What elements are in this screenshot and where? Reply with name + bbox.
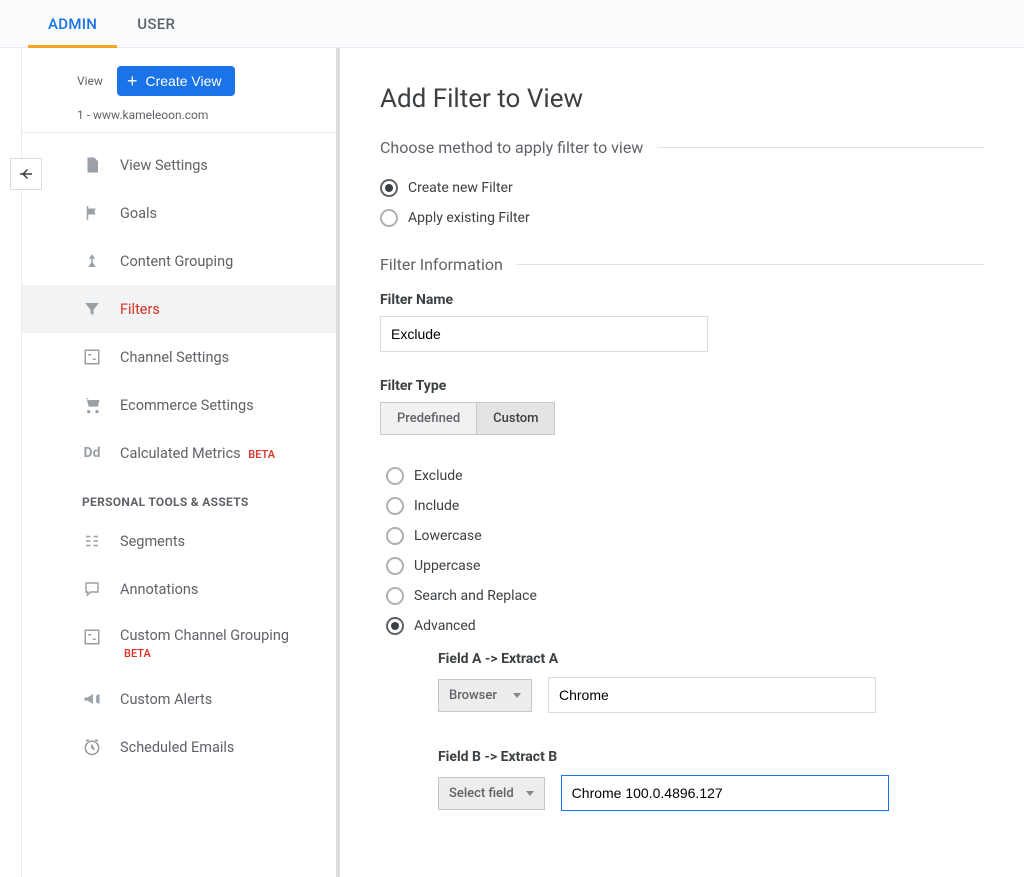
radio-icon bbox=[380, 209, 398, 227]
field-a-select[interactable]: Browser bbox=[438, 679, 532, 712]
sidebar: View + Create View 1 - www.kameleoon.com… bbox=[22, 48, 340, 877]
radio-advanced[interactable]: Advanced bbox=[386, 611, 984, 641]
chevron-down-icon bbox=[526, 791, 534, 796]
sidebar-item-channel-settings[interactable]: Channel Settings bbox=[22, 333, 336, 381]
field-a-title: Field A -> Extract A bbox=[438, 651, 984, 667]
filter-type-custom[interactable]: Custom bbox=[477, 403, 554, 434]
radio-label: Search and Replace bbox=[414, 588, 537, 604]
view-subtitle[interactable]: 1 - www.kameleoon.com bbox=[22, 104, 336, 133]
sidebar-item-ecommerce-settings[interactable]: Ecommerce Settings bbox=[22, 381, 336, 429]
radio-label: Advanced bbox=[414, 618, 476, 634]
filter-type-predefined[interactable]: Predefined bbox=[381, 403, 477, 434]
sidebar-item-annotations[interactable]: Annotations bbox=[22, 565, 336, 613]
sidebar-item-scheduled-emails[interactable]: Scheduled Emails bbox=[22, 723, 336, 771]
top-tabs: ADMIN USER bbox=[0, 0, 1024, 48]
radio-search-replace[interactable]: Search and Replace bbox=[386, 581, 984, 611]
sidebar-item-label: Content Grouping bbox=[120, 253, 233, 270]
sidebar-item-label: Filters bbox=[120, 301, 160, 318]
sidebar-item-goals[interactable]: Goals bbox=[22, 189, 336, 237]
sidebar-item-label: Channel Settings bbox=[120, 349, 229, 366]
radio-label: Lowercase bbox=[414, 528, 482, 544]
sidebar-item-label: Annotations bbox=[120, 581, 198, 598]
create-view-button[interactable]: + Create View bbox=[117, 66, 236, 96]
filter-name-label: Filter Name bbox=[380, 292, 984, 308]
sidebar-item-label: Ecommerce Settings bbox=[120, 397, 254, 414]
dd-icon: Dd bbox=[82, 443, 102, 463]
clock-icon bbox=[82, 737, 102, 757]
field-b-select[interactable]: Select field bbox=[438, 777, 545, 810]
radio-apply-existing-filter[interactable]: Apply existing Filter bbox=[380, 203, 984, 233]
sidebar-item-segments[interactable]: Segments bbox=[22, 517, 336, 565]
sidebar-item-filters[interactable]: Filters bbox=[22, 285, 336, 333]
field-b-title: Field B -> Extract B bbox=[438, 749, 984, 765]
channel-grouping-icon bbox=[82, 627, 102, 647]
file-icon bbox=[82, 155, 102, 175]
page-title: Add Filter to View bbox=[380, 84, 984, 114]
left-gutter bbox=[0, 48, 22, 877]
radio-create-new-filter[interactable]: Create new Filter bbox=[380, 173, 984, 203]
radio-label: Uppercase bbox=[414, 558, 480, 574]
sidebar-item-label: Custom Channel Grouping BETA bbox=[120, 627, 289, 661]
radio-icon bbox=[386, 527, 404, 545]
funnel-icon bbox=[82, 299, 102, 319]
main-content: Add Filter to View Choose method to appl… bbox=[340, 48, 1024, 877]
sidebar-item-custom-alerts[interactable]: Custom Alerts bbox=[22, 675, 336, 723]
beta-tag: BETA bbox=[124, 647, 151, 660]
radio-uppercase[interactable]: Uppercase bbox=[386, 551, 984, 581]
sidebar-item-label: View Settings bbox=[120, 157, 208, 174]
radio-icon bbox=[386, 587, 404, 605]
filter-type-tabs: Predefined Custom bbox=[380, 402, 555, 435]
flag-icon bbox=[82, 203, 102, 223]
sidebar-item-calculated-metrics[interactable]: Dd Calculated Metrics BETA bbox=[22, 429, 336, 477]
radio-include[interactable]: Include bbox=[386, 491, 984, 521]
sidebar-section-header: PERSONAL TOOLS & ASSETS bbox=[22, 477, 336, 517]
channel-icon bbox=[82, 347, 102, 367]
radio-lowercase[interactable]: Lowercase bbox=[386, 521, 984, 551]
radio-label: Apply existing Filter bbox=[408, 210, 530, 226]
field-a-input[interactable] bbox=[548, 677, 876, 713]
create-view-label: Create View bbox=[145, 73, 221, 89]
filter-name-input[interactable] bbox=[380, 316, 708, 352]
sidebar-item-custom-channel-grouping[interactable]: Custom Channel Grouping BETA bbox=[22, 613, 336, 675]
radio-label: Create new Filter bbox=[408, 180, 513, 196]
section-choose-method: Choose method to apply filter to view bbox=[380, 138, 984, 157]
segments-icon bbox=[82, 531, 102, 551]
cart-icon bbox=[82, 395, 102, 415]
view-label: View bbox=[77, 74, 103, 88]
section-filter-information: Filter Information bbox=[380, 255, 984, 274]
sidebar-item-label: Custom Alerts bbox=[120, 691, 212, 708]
plus-icon: + bbox=[127, 74, 138, 88]
radio-icon bbox=[386, 467, 404, 485]
comment-icon bbox=[82, 579, 102, 599]
radio-icon bbox=[386, 617, 404, 635]
beta-tag: BETA bbox=[248, 448, 275, 461]
arrow-left-icon bbox=[17, 165, 35, 183]
tab-admin[interactable]: ADMIN bbox=[28, 0, 117, 48]
chevron-down-icon bbox=[513, 693, 521, 698]
back-button[interactable] bbox=[10, 158, 42, 190]
filter-type-label: Filter Type bbox=[380, 378, 984, 394]
select-label: Browser bbox=[449, 688, 497, 703]
sidebar-item-view-settings[interactable]: View Settings bbox=[22, 141, 336, 189]
sidebar-item-label: Goals bbox=[120, 205, 157, 222]
select-label: Select field bbox=[449, 786, 514, 801]
sidebar-item-label: Scheduled Emails bbox=[120, 739, 234, 756]
grouping-icon bbox=[82, 251, 102, 271]
sidebar-item-label: Calculated Metrics BETA bbox=[120, 445, 275, 462]
radio-label: Include bbox=[414, 498, 459, 514]
tab-user[interactable]: USER bbox=[117, 0, 195, 48]
radio-exclude[interactable]: Exclude bbox=[386, 461, 984, 491]
radio-icon bbox=[380, 179, 398, 197]
radio-label: Exclude bbox=[414, 468, 463, 484]
radio-icon bbox=[386, 557, 404, 575]
radio-icon bbox=[386, 497, 404, 515]
megaphone-icon bbox=[82, 689, 102, 709]
field-b-input[interactable] bbox=[561, 775, 889, 811]
sidebar-item-content-grouping[interactable]: Content Grouping bbox=[22, 237, 336, 285]
sidebar-item-label: Segments bbox=[120, 533, 185, 550]
